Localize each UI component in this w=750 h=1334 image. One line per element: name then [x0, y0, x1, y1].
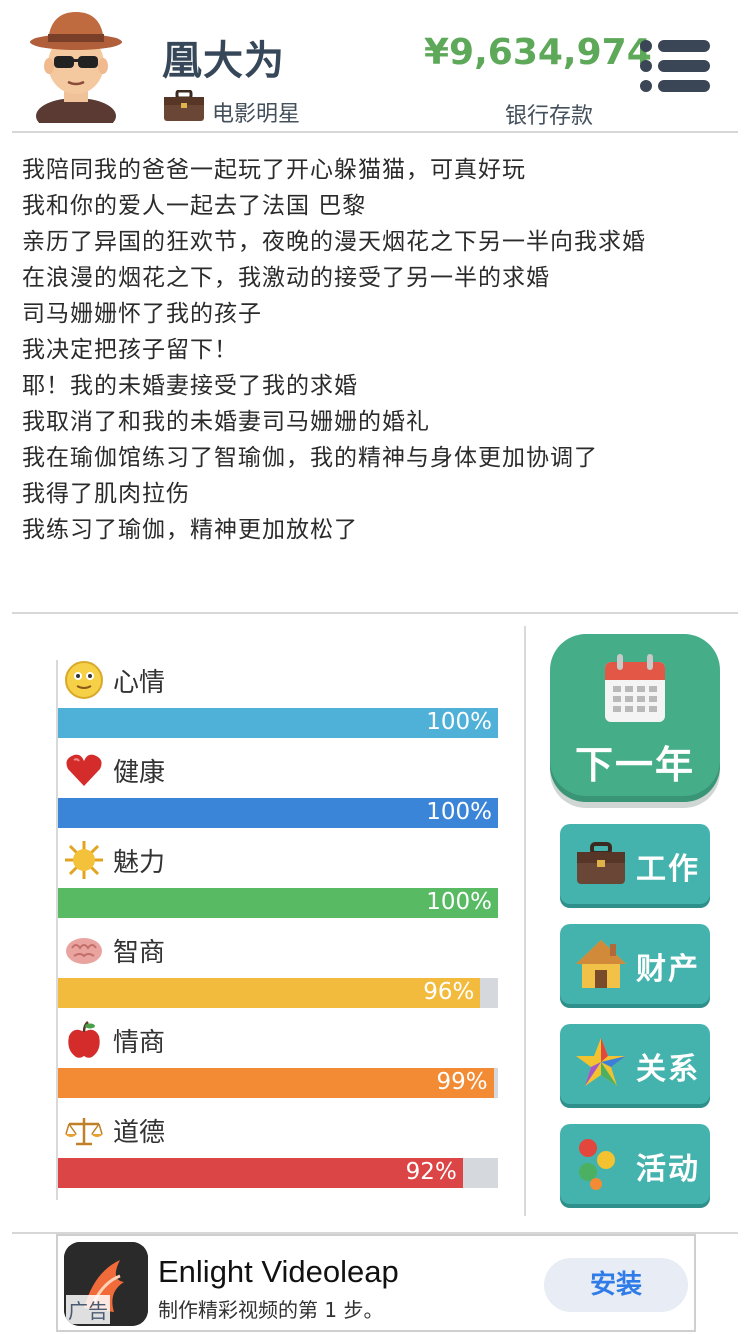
stat-value: 99% — [436, 1069, 488, 1095]
panel-divider — [524, 626, 526, 1216]
event-list: 我陪同我的爸爸一起玩了开心躲猫猫，可真好玩 我和你的爱人一起去了法国 巴黎亲历了异… — [22, 152, 732, 548]
player-name: 凰大为 — [162, 38, 285, 84]
activities-button[interactable]: 活动 — [560, 1124, 710, 1204]
stat-bar-fill: 96% — [58, 978, 481, 1008]
stat-bar: 100% — [58, 798, 498, 828]
event-entry: 我取消了和我的未婚妻司马姗姗的婚礼 — [22, 409, 430, 435]
stat-value: 92% — [405, 1159, 457, 1185]
stat-bar-fill: 100% — [58, 708, 498, 738]
smiley-icon — [64, 660, 104, 700]
ad-app-icon[interactable]: 广告 — [64, 1242, 148, 1326]
stat-morality: 道德 92% — [58, 1110, 498, 1200]
briefcase-icon — [164, 90, 204, 121]
stat-bar-fill: 100% — [58, 888, 498, 918]
stat-label: 情商 — [113, 1028, 166, 1058]
log-divider — [12, 612, 738, 614]
stat-value: 100% — [426, 889, 492, 915]
stat-health: 健康 100% — [58, 750, 498, 840]
assets-label: 财产 — [636, 952, 700, 987]
calendar-icon — [605, 654, 665, 722]
stat-bar: 100% — [58, 888, 498, 918]
ad-tag: 广告 — [66, 1295, 110, 1324]
stat-value: 100% — [426, 799, 492, 825]
activities-label: 活动 — [636, 1152, 700, 1187]
stat-label: 道德 — [113, 1118, 166, 1148]
relationships-label: 关系 — [636, 1052, 700, 1087]
ad-title: Enlight Videoleap — [158, 1254, 399, 1289]
event-entry: 在浪漫的烟花之下，我激动的接受了另一半的求婚 — [22, 265, 550, 291]
ad-install-button[interactable]: 安装 — [544, 1258, 688, 1312]
stat-bar: 92% — [58, 1158, 498, 1188]
avatar[interactable] — [26, 8, 126, 123]
menu-icon — [640, 40, 652, 52]
stat-bar-fill: 100% — [58, 798, 498, 828]
star-icon — [576, 1038, 626, 1086]
stat-charm: 魅力 100% — [58, 840, 498, 930]
event-entry: 我在瑜伽馆练习了智瑜伽，我的精神与身体更加协调了 — [22, 445, 598, 471]
header: 凰大为 电影明星 ¥9,634,974 银行存款 — [0, 0, 750, 132]
heart-icon — [64, 750, 104, 790]
sun-icon — [64, 840, 104, 880]
balls-icon — [579, 1139, 615, 1190]
stat-bar: 99% — [58, 1068, 498, 1098]
stat-label: 健康 — [113, 758, 166, 788]
next-year-button[interactable]: 下一年 — [550, 634, 720, 802]
event-entry: 我决定把孩子留下！ — [22, 337, 238, 363]
stat-label: 心情 — [113, 668, 166, 698]
event-entry: 我和你的爱人一起去了法国 巴黎 — [22, 193, 367, 219]
stat-eq: 情商 99% — [58, 1020, 498, 1110]
assets-button[interactable]: 财产 — [560, 924, 710, 1004]
briefcase-icon — [577, 842, 625, 884]
stat-label: 魅力 — [113, 848, 166, 878]
event-entry: 我练习了瑜伽，精神更加放松了 — [22, 517, 358, 543]
stat-iq: 智商 96% — [58, 930, 498, 1020]
event-entry: 我陪同我的爸爸一起玩了开心躲猫猫，可真好玩 — [22, 157, 526, 183]
apple-icon — [64, 1020, 104, 1060]
stat-bar-fill: 99% — [58, 1068, 494, 1098]
ad-subtitle: 制作精彩视频的第 1 步。 — [158, 1298, 384, 1322]
house-icon — [576, 940, 626, 988]
stat-value: 100% — [426, 709, 492, 735]
scales-icon — [64, 1110, 104, 1150]
event-log[interactable]: 我陪同我的爸爸一起玩了开心躲猫猫，可真好玩 我和你的爱人一起去了法国 巴黎亲历了异… — [0, 132, 750, 612]
menu-button[interactable] — [638, 38, 712, 96]
work-label: 工作 — [636, 852, 700, 887]
event-entry: 司马姗姗怀了我的孩子 — [22, 301, 262, 327]
stat-bar: 100% — [58, 708, 498, 738]
stat-mood: 心情 100% — [58, 660, 498, 750]
next-year-label: 下一年 — [574, 743, 695, 787]
ad-banner[interactable]: 广告 Enlight Videoleap 制作精彩视频的第 1 步。 安装 — [56, 1234, 696, 1332]
stat-value: 96% — [423, 979, 475, 1005]
event-entry: 亲历了异国的狂欢节，夜晚的漫天烟花之下另一半向我求婚 — [22, 229, 646, 255]
event-entry: 耶！我的未婚妻接受了我的求婚 — [22, 373, 358, 399]
stat-label: 智商 — [113, 938, 166, 968]
bank-balance: ¥9,634,974 — [424, 32, 652, 73]
work-button[interactable]: 工作 — [560, 824, 710, 904]
bank-balance-label: 银行存款 — [505, 104, 594, 129]
job-title: 电影明星 — [212, 102, 301, 127]
brain-icon — [64, 930, 104, 970]
relationships-button[interactable]: 关系 — [560, 1024, 710, 1104]
event-entry: 我得了肌肉拉伤 — [22, 481, 190, 507]
stat-bar: 96% — [58, 978, 498, 1008]
stat-bar-fill: 92% — [58, 1158, 463, 1188]
